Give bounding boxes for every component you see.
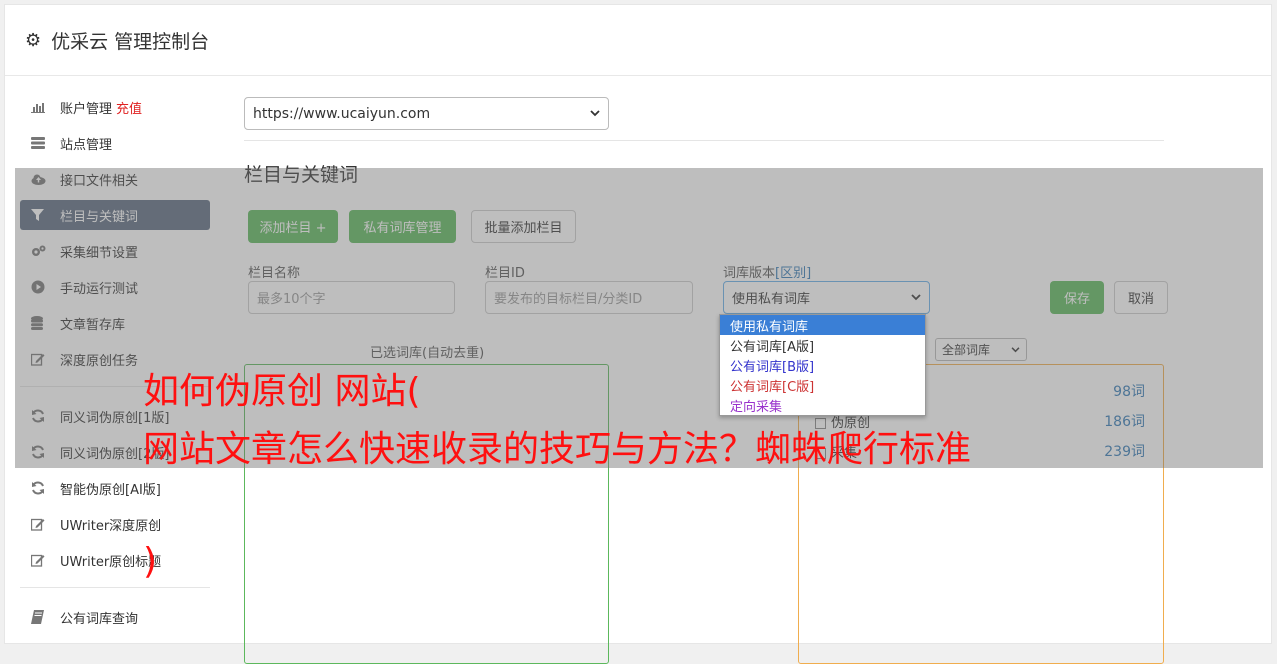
edit-icon bbox=[31, 517, 48, 531]
cogs-icon bbox=[31, 245, 48, 258]
checkbox[interactable] bbox=[815, 417, 826, 429]
sidebar-item-article-store[interactable]: 文章暂存库 bbox=[20, 308, 210, 338]
sidebar-item-label: 文章暂存库 bbox=[60, 317, 126, 333]
watermark-line-2: 网站文章怎么快速收录的技巧与方法？蜘蛛爬行标准 bbox=[143, 429, 972, 470]
edit-icon bbox=[31, 352, 48, 366]
sidebar-item-label: 手动运行测试 bbox=[60, 281, 139, 297]
diff-link[interactable]: [区别] bbox=[775, 266, 811, 281]
lib-filter-value: 全部词库 bbox=[942, 343, 991, 357]
lib-count: 239词 bbox=[1104, 444, 1145, 460]
version-select[interactable]: 使用私有词库 bbox=[723, 281, 930, 314]
lib-filter-select[interactable]: 全部词库 bbox=[935, 338, 1027, 361]
version-label: 词库版本[区别] bbox=[723, 262, 811, 281]
divider bbox=[244, 140, 1164, 141]
sidebar-item-account[interactable]: 账户管理 充值 bbox=[20, 92, 210, 122]
column-name-input[interactable]: 最多10个字 bbox=[248, 281, 455, 314]
book-icon bbox=[31, 610, 48, 624]
play-circle-icon bbox=[31, 280, 48, 294]
cloud-upload-icon bbox=[31, 174, 48, 185]
refresh-icon bbox=[31, 409, 48, 423]
column-id-input[interactable]: 要发布的目标栏目/分类ID bbox=[485, 281, 693, 314]
sidebar-item-uwriter-deep[interactable]: UWriter深度原创 bbox=[20, 509, 210, 539]
refresh-icon bbox=[31, 445, 48, 459]
add-column-button[interactable]: 添加栏目 + bbox=[248, 210, 338, 243]
dropdown-option-public-c[interactable]: 公有词库[C版] bbox=[720, 375, 925, 395]
chevron-down-icon bbox=[1011, 346, 1020, 353]
edit-icon bbox=[31, 553, 48, 567]
watermark-line-1: 如何伪原创 网站( bbox=[143, 371, 421, 412]
chevron-down-icon bbox=[911, 294, 921, 301]
page-title: 优采云 管理控制台 bbox=[51, 30, 210, 53]
recharge-link[interactable]: 充值 bbox=[116, 98, 142, 117]
chevron-down-icon bbox=[590, 110, 600, 117]
refresh-icon bbox=[31, 481, 48, 495]
site-select[interactable]: https://www.ucaiyun.com bbox=[244, 97, 609, 130]
cancel-button[interactable]: 取消 bbox=[1114, 281, 1168, 314]
sidebar-item-columns-keywords[interactable]: 栏目与关键词 bbox=[20, 200, 210, 230]
private-lib-button[interactable]: 私有词库管理 bbox=[349, 210, 456, 243]
dropdown-option-public-a[interactable]: 公有词库[A版] bbox=[720, 335, 925, 355]
database-icon bbox=[31, 316, 48, 330]
sidebar-item-public-lib-query[interactable]: 公有词库查询 bbox=[20, 602, 210, 632]
selected-lib-caption: 已选词库(自动去重) bbox=[370, 346, 485, 361]
lib-count: 186词 bbox=[1104, 414, 1145, 430]
filter-icon bbox=[31, 209, 48, 221]
dropdown-option-private[interactable]: 使用私有词库 bbox=[720, 315, 925, 335]
lib-count: 98词 bbox=[1113, 384, 1145, 400]
version-label-text: 词库版本 bbox=[723, 266, 776, 281]
bar-chart-icon bbox=[31, 101, 48, 113]
column-id-label: 栏目ID bbox=[485, 266, 525, 281]
column-name-label: 栏目名称 bbox=[248, 266, 301, 281]
watermark-line-3: ) bbox=[143, 541, 158, 582]
header: ⚙ 优采云 管理控制台 bbox=[5, 5, 1271, 76]
sidebar-item-manual-run[interactable]: 手动运行测试 bbox=[20, 272, 210, 302]
sidebar-item-label: 智能伪原创[AI版] bbox=[60, 482, 161, 498]
version-select-value: 使用私有词库 bbox=[732, 292, 811, 307]
sidebar-item-deep-original[interactable]: 深度原创任务 bbox=[20, 344, 210, 374]
sidebar-item-label: 采集细节设置 bbox=[60, 245, 139, 261]
gear-icon: ⚙ bbox=[25, 29, 42, 51]
version-dropdown: 使用私有词库 公有词库[A版] 公有词库[B版] 公有词库[C版] 定向采集 bbox=[719, 314, 926, 416]
sidebar-item-sites[interactable]: 站点管理 bbox=[20, 128, 210, 158]
section-title: 栏目与关键词 bbox=[244, 164, 359, 186]
sidebar-item-label: 账户管理 bbox=[60, 101, 113, 117]
sidebar-item-label: 公有词库查询 bbox=[60, 611, 139, 627]
dropdown-option-directed[interactable]: 定向采集 bbox=[720, 395, 925, 415]
batch-add-button[interactable]: 批量添加栏目 bbox=[471, 210, 576, 243]
sidebar-item-uwriter-title[interactable]: UWriter原创标题 bbox=[20, 545, 210, 575]
server-icon bbox=[31, 137, 48, 149]
sidebar-item-label: 站点管理 bbox=[60, 137, 113, 153]
site-select-value: https://www.ucaiyun.com bbox=[253, 105, 431, 122]
sidebar: 账户管理 充值 站点管理 接口文件相关 栏目与关键词 采集细节设置 手动运行测试 bbox=[20, 92, 210, 638]
sidebar-item-label: 栏目与关键词 bbox=[60, 209, 139, 225]
save-button[interactable]: 保存 bbox=[1050, 281, 1104, 314]
sidebar-item-collect-settings[interactable]: 采集细节设置 bbox=[20, 236, 210, 266]
sidebar-item-label: 接口文件相关 bbox=[60, 173, 139, 189]
dropdown-option-public-b[interactable]: 公有词库[B版] bbox=[720, 355, 925, 375]
sidebar-item-ai-rewrite[interactable]: 智能伪原创[AI版] bbox=[20, 473, 210, 503]
sidebar-item-label: 深度原创任务 bbox=[60, 353, 139, 369]
sidebar-divider bbox=[20, 587, 210, 588]
sidebar-item-label: UWriter深度原创 bbox=[60, 518, 162, 534]
sidebar-item-interface-files[interactable]: 接口文件相关 bbox=[20, 164, 210, 194]
